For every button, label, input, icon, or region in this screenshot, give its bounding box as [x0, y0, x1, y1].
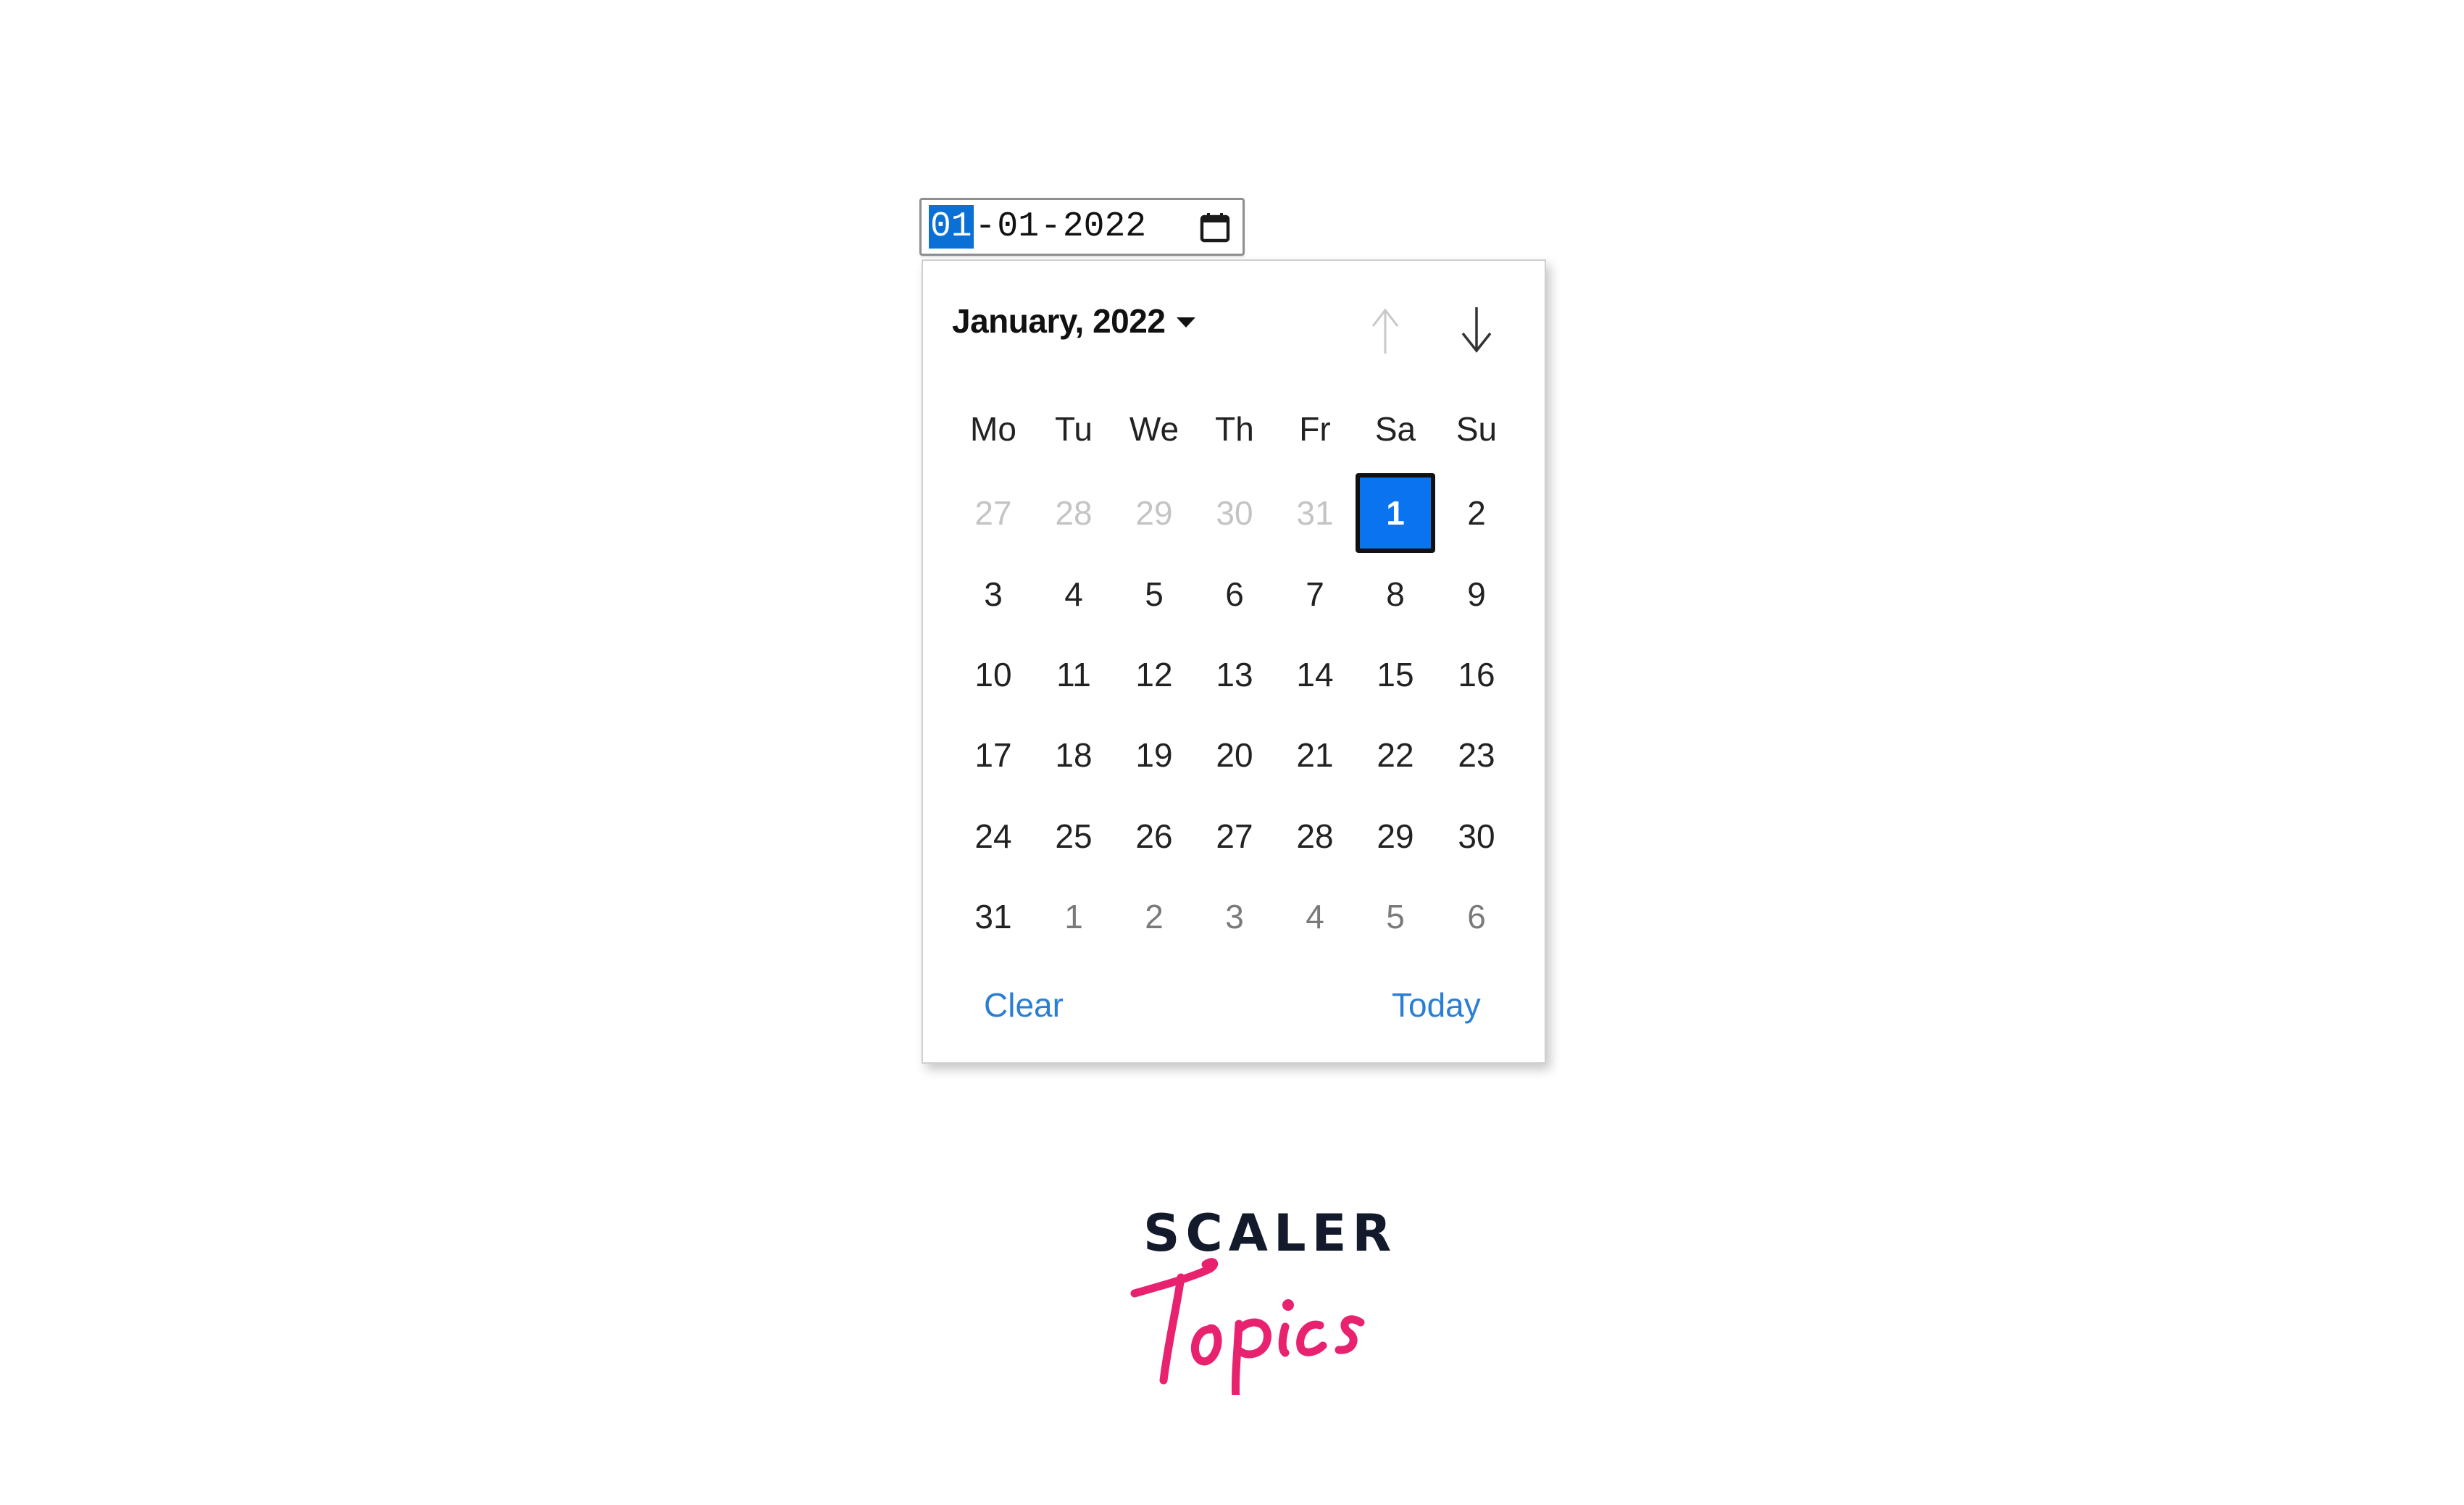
day-cell[interactable]: 18: [1033, 719, 1114, 791]
weekday-header: Mo: [970, 410, 1016, 448]
day-cell[interactable]: 6: [1194, 558, 1275, 630]
day-cell-selected[interactable]: 1: [1356, 473, 1435, 553]
logo-topics-script: [1130, 1258, 1365, 1395]
clear-button[interactable]: Clear: [984, 985, 1064, 1025]
day-cell[interactable]: 24: [953, 800, 1034, 872]
weekday-header: Su: [1456, 410, 1498, 448]
arrow-up-icon[interactable]: [1360, 301, 1411, 359]
day-cell[interactable]: 14: [1274, 638, 1356, 711]
day-cell[interactable]: 5: [1355, 880, 1436, 953]
month-segment[interactable]: 01: [997, 205, 1039, 249]
weekday-header: Th: [1215, 410, 1254, 448]
day-cell[interactable]: 31: [1274, 477, 1356, 549]
day-cell[interactable]: 2: [1436, 477, 1517, 549]
arrow-down-icon[interactable]: [1451, 301, 1502, 359]
day-cell[interactable]: 17: [953, 719, 1034, 791]
day-cell[interactable]: 29: [1355, 800, 1436, 872]
day-cell[interactable]: 5: [1114, 558, 1195, 630]
day-cell[interactable]: 28: [1033, 477, 1114, 549]
calendar-icon[interactable]: [1198, 210, 1232, 245]
day-cell[interactable]: 3: [953, 558, 1034, 630]
day-cell[interactable]: 27: [953, 477, 1034, 549]
month-year-label: January, 2022: [952, 302, 1166, 340]
day-cell[interactable]: 31: [953, 880, 1034, 953]
weekday-header: Sa: [1374, 410, 1416, 448]
today-button[interactable]: Today: [1392, 985, 1481, 1025]
day-cell[interactable]: 15: [1355, 638, 1436, 711]
day-cell[interactable]: 19: [1114, 719, 1195, 791]
date-separator: -: [974, 207, 996, 246]
day-cell[interactable]: 9: [1436, 558, 1517, 630]
day-cell[interactable]: 1: [1033, 880, 1114, 953]
day-cell[interactable]: 12: [1114, 638, 1195, 711]
day-cell[interactable]: 22: [1355, 719, 1436, 791]
caret-down-icon: [1177, 317, 1196, 328]
day-cell[interactable]: 4: [1274, 880, 1356, 953]
day-cell[interactable]: 25: [1033, 800, 1114, 872]
day-cell[interactable]: 30: [1194, 477, 1275, 549]
day-cell[interactable]: 2: [1114, 880, 1195, 953]
day-cell[interactable]: 20: [1194, 719, 1275, 791]
scaler-topics-logo: SCALER: [1130, 1199, 1391, 1395]
day-cell[interactable]: 29: [1114, 477, 1195, 549]
day-cell[interactable]: 26: [1114, 800, 1195, 872]
day-cell[interactable]: 13: [1194, 638, 1275, 711]
day-cell[interactable]: 7: [1274, 558, 1356, 630]
day-cell[interactable]: 30: [1436, 800, 1517, 872]
calendar-popup: January, 2022 Mo Tu We Th Fr Sa Su 27 28 29 30 31 1 2…: [922, 259, 1546, 1064]
date-separator: -: [1040, 207, 1061, 246]
day-cell[interactable]: 4: [1033, 558, 1114, 630]
month-year-dropdown[interactable]: January, 2022: [952, 301, 1196, 341]
day-cell[interactable]: 28: [1274, 800, 1356, 872]
day-cell[interactable]: 10: [953, 638, 1034, 711]
weekday-header: Fr: [1299, 410, 1331, 448]
day-cell[interactable]: 27: [1194, 800, 1275, 872]
day-cell[interactable]: 3: [1194, 880, 1275, 953]
date-input[interactable]: 01 - 01 - 2022: [919, 198, 1245, 256]
day-segment[interactable]: 01: [929, 205, 974, 249]
day-cell[interactable]: 11: [1033, 638, 1114, 711]
weekday-header: We: [1129, 410, 1179, 448]
year-segment[interactable]: 2022: [1063, 205, 1146, 249]
weekday-header: Tu: [1055, 410, 1093, 448]
day-cell[interactable]: 21: [1274, 719, 1356, 791]
day-cell[interactable]: 16: [1436, 638, 1517, 711]
day-cell[interactable]: 8: [1355, 558, 1436, 630]
day-cell[interactable]: 6: [1436, 880, 1517, 953]
day-cell[interactable]: 23: [1436, 719, 1517, 791]
